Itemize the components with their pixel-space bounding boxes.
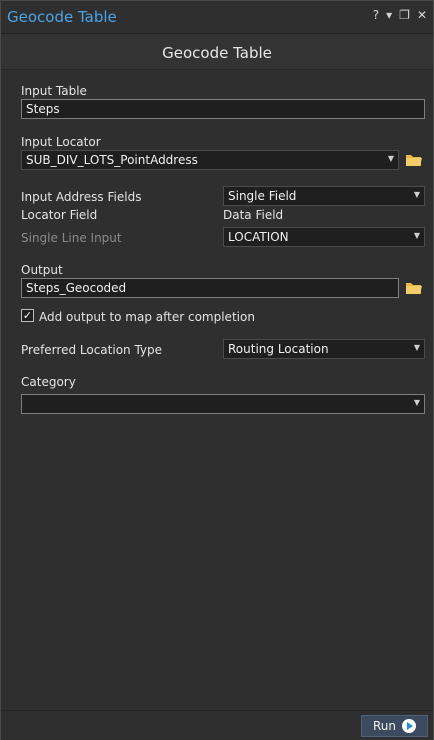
browse-folder-icon[interactable]: [405, 281, 423, 295]
single-line-input-dropdown[interactable]: LOCATION ▼: [223, 227, 425, 247]
chevron-down-icon: ▼: [387, 154, 394, 163]
close-icon[interactable]: ✕: [417, 8, 427, 22]
pane-controls: ? ▾ ❐ ✕: [373, 8, 427, 22]
input-locator-dropdown[interactable]: SUB_DIV_LOTS_PointAddress ▼: [21, 150, 399, 170]
chevron-down-icon: ▼: [413, 231, 420, 240]
output-field[interactable]: Steps_Geocoded: [21, 278, 399, 298]
input-address-fields-label: Input Address Fields: [21, 190, 142, 204]
play-icon: [402, 719, 416, 733]
input-table-label: Input Table: [21, 84, 87, 98]
browse-folder-icon[interactable]: [405, 153, 423, 167]
tool-header: Geocode Table: [1, 34, 433, 70]
input-address-fields-value: Single Field: [228, 189, 297, 203]
pane-title: Geocode Table: [7, 8, 117, 26]
input-table-field[interactable]: Steps: [21, 99, 425, 119]
chevron-down-icon: ▼: [413, 398, 420, 407]
geoprocessing-pane: Geocode Table ? ▾ ❐ ✕ Geocode Table Inpu…: [0, 0, 434, 740]
pane-title-bar: Geocode Table ? ▾ ❐ ✕: [1, 1, 433, 33]
pane-menu-icon[interactable]: ▾: [386, 8, 392, 22]
locator-field-header: Locator Field: [21, 208, 98, 222]
pane-footer: Run: [1, 710, 433, 740]
input-locator-value: SUB_DIV_LOTS_PointAddress: [26, 153, 198, 167]
tool-title: Geocode Table: [162, 44, 272, 62]
add-to-map-checkbox[interactable]: ✓: [21, 309, 34, 322]
input-address-fields-dropdown[interactable]: Single Field ▼: [223, 186, 425, 206]
chevron-down-icon: ▼: [413, 190, 420, 199]
run-button-label: Run: [372, 719, 396, 733]
parameters-panel: Input Table Steps Input Locator SUB_DIV_…: [1, 70, 433, 710]
category-dropdown[interactable]: ▼: [21, 394, 425, 414]
add-to-map-label: Add output to map after completion: [39, 310, 255, 324]
preferred-location-type-dropdown[interactable]: Routing Location ▼: [223, 339, 425, 359]
input-locator-label: Input Locator: [21, 135, 101, 149]
output-label: Output: [21, 263, 63, 277]
run-button[interactable]: Run: [361, 715, 428, 737]
data-field-header: Data Field: [223, 208, 284, 222]
help-icon[interactable]: ?: [373, 8, 379, 22]
preferred-location-type-value: Routing Location: [228, 342, 329, 356]
category-label: Category: [21, 375, 76, 389]
restore-icon[interactable]: ❐: [399, 8, 410, 22]
single-line-input-value: LOCATION: [228, 230, 289, 244]
single-line-input-label: Single Line Input: [21, 231, 122, 245]
preferred-location-type-label: Preferred Location Type: [21, 343, 163, 357]
chevron-down-icon: ▼: [413, 343, 420, 352]
